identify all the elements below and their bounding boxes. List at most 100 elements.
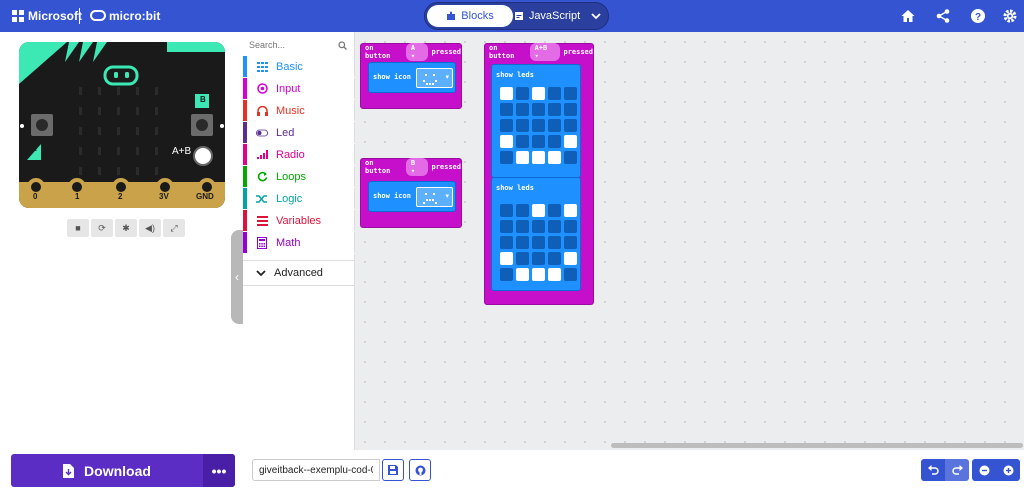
debug-button[interactable]: ✱ (115, 219, 137, 237)
led-cell[interactable] (516, 220, 529, 233)
show-leds-block[interactable]: show leds (491, 177, 581, 291)
undo-button[interactable] (921, 459, 945, 481)
led-cell[interactable] (516, 151, 529, 164)
led-cell[interactable] (532, 87, 545, 100)
tab-blocks[interactable]: Blocks (427, 5, 513, 27)
led-cell[interactable] (548, 103, 561, 116)
led-cell[interactable] (500, 268, 513, 281)
tab-javascript[interactable]: JavaScript (511, 5, 583, 27)
github-button[interactable] (409, 459, 431, 481)
toolbox-category-loops[interactable]: Loops (243, 166, 355, 188)
led-cell[interactable] (500, 220, 513, 233)
led-cell[interactable] (548, 236, 561, 249)
led-cell[interactable] (500, 119, 513, 132)
download-button[interactable]: Download (11, 454, 203, 487)
led-grid[interactable] (500, 87, 577, 164)
led-cell[interactable] (532, 204, 545, 217)
led-cell[interactable] (516, 119, 529, 132)
led-cell[interactable] (564, 204, 577, 217)
button-ab[interactable] (193, 146, 213, 166)
led-cell[interactable] (500, 135, 513, 148)
led-cell[interactable] (500, 87, 513, 100)
show-leds-block[interactable]: show leds (491, 64, 581, 178)
show-icon-block[interactable]: show icon ▾ (368, 62, 456, 93)
led-cell[interactable] (564, 119, 577, 132)
toolbox-category-music[interactable]: Music (243, 100, 355, 122)
block-on-button-b[interactable]: on button B ▾ pressed show icon ▾ (360, 158, 462, 228)
workspace-horizontal-scrollbar[interactable] (611, 443, 1023, 448)
led-cell[interactable] (564, 236, 577, 249)
led-cell[interactable] (516, 236, 529, 249)
led-cell[interactable] (564, 87, 577, 100)
led-cell[interactable] (532, 252, 545, 265)
led-cell[interactable] (516, 252, 529, 265)
icon-dropdown[interactable]: ▾ (416, 187, 453, 207)
zoom-out-button[interactable] (972, 459, 996, 481)
button-a[interactable] (31, 114, 53, 136)
toolbox-category-radio[interactable]: Radio (243, 144, 355, 166)
collapse-simulator-handle[interactable]: ‹ (231, 230, 243, 324)
button-a-dropdown[interactable]: A ▾ (405, 43, 429, 61)
toolbox-category-input[interactable]: Input (243, 78, 355, 100)
led-cell[interactable] (564, 103, 577, 116)
led-cell[interactable] (532, 119, 545, 132)
button-ab-dropdown[interactable]: A+B ▾ (529, 43, 561, 61)
led-cell[interactable] (532, 135, 545, 148)
led-cell[interactable] (564, 268, 577, 281)
show-icon-block[interactable]: show icon ▾ (368, 181, 456, 212)
led-cell[interactable] (516, 103, 529, 116)
led-cell[interactable] (564, 252, 577, 265)
project-name-input[interactable] (252, 459, 380, 481)
button-b[interactable] (191, 114, 213, 136)
toolbox-advanced[interactable]: Advanced (243, 260, 355, 286)
fullscreen-button[interactable]: ⤢ (163, 219, 185, 237)
led-cell[interactable] (564, 135, 577, 148)
toolbox-category-basic[interactable]: Basic (243, 56, 355, 78)
mute-button[interactable]: ◀) (139, 219, 161, 237)
home-icon[interactable] (900, 8, 916, 24)
led-cell[interactable] (532, 151, 545, 164)
language-dropdown[interactable] (585, 5, 607, 27)
toolbox-category-math[interactable]: Math (243, 232, 355, 254)
led-cell[interactable] (500, 252, 513, 265)
led-cell[interactable] (516, 135, 529, 148)
toolbox-category-logic[interactable]: Logic (243, 188, 355, 210)
led-cell[interactable] (548, 220, 561, 233)
toolbox-category-led[interactable]: Led (243, 122, 355, 144)
led-cell[interactable] (532, 220, 545, 233)
redo-button[interactable] (945, 459, 969, 481)
led-cell[interactable] (500, 103, 513, 116)
led-cell[interactable] (532, 236, 545, 249)
led-cell[interactable] (548, 151, 561, 164)
settings-gear-icon[interactable] (1002, 8, 1018, 24)
icon-dropdown[interactable]: ▾ (416, 68, 453, 88)
zoom-in-button[interactable] (996, 459, 1020, 481)
search-icon[interactable] (338, 41, 347, 50)
led-cell[interactable] (516, 87, 529, 100)
led-cell[interactable] (516, 204, 529, 217)
share-icon[interactable] (935, 8, 951, 24)
button-b-dropdown[interactable]: B ▾ (405, 158, 429, 176)
led-cell[interactable] (548, 268, 561, 281)
led-cell[interactable] (500, 151, 513, 164)
led-cell[interactable] (532, 103, 545, 116)
search-input[interactable] (249, 38, 349, 52)
restart-button[interactable]: ⟳ (91, 219, 113, 237)
stop-button[interactable]: ■ (67, 219, 89, 237)
led-grid[interactable] (500, 204, 577, 281)
led-cell[interactable] (548, 204, 561, 217)
led-cell[interactable] (532, 268, 545, 281)
block-on-button-ab[interactable]: on button A+B ▾ pressed show leds show l… (484, 43, 594, 305)
led-cell[interactable] (500, 204, 513, 217)
toolbox-category-variables[interactable]: Variables (243, 210, 355, 232)
led-cell[interactable] (500, 236, 513, 249)
help-icon[interactable]: ? (970, 8, 986, 24)
led-cell[interactable] (548, 87, 561, 100)
block-on-button-a[interactable]: on button A ▾ pressed show icon ▾ (360, 43, 462, 109)
led-cell[interactable] (564, 220, 577, 233)
led-cell[interactable] (564, 151, 577, 164)
led-cell[interactable] (548, 119, 561, 132)
blocks-workspace[interactable]: on button A ▾ pressed show icon ▾ on but… (355, 32, 1024, 450)
led-cell[interactable] (516, 268, 529, 281)
save-project-button[interactable] (382, 459, 404, 481)
